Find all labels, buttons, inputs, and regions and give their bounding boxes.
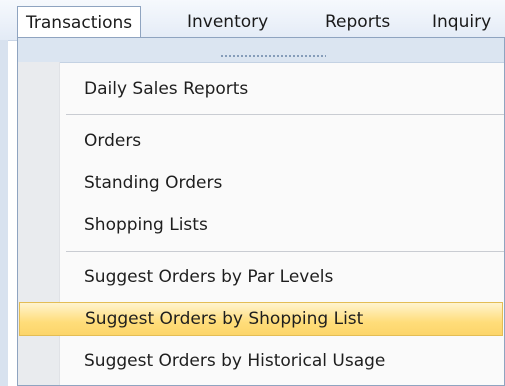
menu-item-daily-sales-reports[interactable]: Daily Sales Reports [18,72,504,106]
grip-dots-icon [220,54,326,58]
menu-item-label: Suggest Orders by Shopping List [85,309,364,329]
menu-item-suggest-historical-usage[interactable]: Suggest Orders by Historical Usage [18,344,504,378]
menu-separator [66,114,504,115]
menu-inquiry[interactable]: Inquiry [432,8,491,36]
menu-item-suggest-par-levels[interactable]: Suggest Orders by Par Levels [18,260,504,294]
transactions-dropdown-menu: Daily Sales Reports Orders Standing Orde… [17,37,505,386]
menu-bar: Transactions Inventory Reports Inquiry [0,0,505,41]
menu-item-label: Suggest Orders by Historical Usage [84,351,386,371]
menu-item-shopping-lists[interactable]: Shopping Lists [18,208,504,242]
menu-item-orders[interactable]: Orders [18,124,504,158]
menu-item-label: Orders [84,131,142,151]
menu-item-label: Standing Orders [84,173,223,193]
menu-resize-grip[interactable] [18,38,504,63]
menu-item-label: Daily Sales Reports [84,79,249,99]
background-window-edge [0,40,8,386]
menu-reports[interactable]: Reports [325,8,390,36]
menu-item-label: Suggest Orders by Par Levels [84,267,334,287]
menu-item-suggest-shopping-list[interactable]: Suggest Orders by Shopping List [19,302,503,336]
menu-item-standing-orders[interactable]: Standing Orders [18,166,504,200]
menu-separator [66,251,504,252]
menu-transactions[interactable]: Transactions [17,6,142,38]
menu-item-label: Shopping Lists [84,215,208,235]
menu-inventory[interactable]: Inventory [187,8,268,36]
